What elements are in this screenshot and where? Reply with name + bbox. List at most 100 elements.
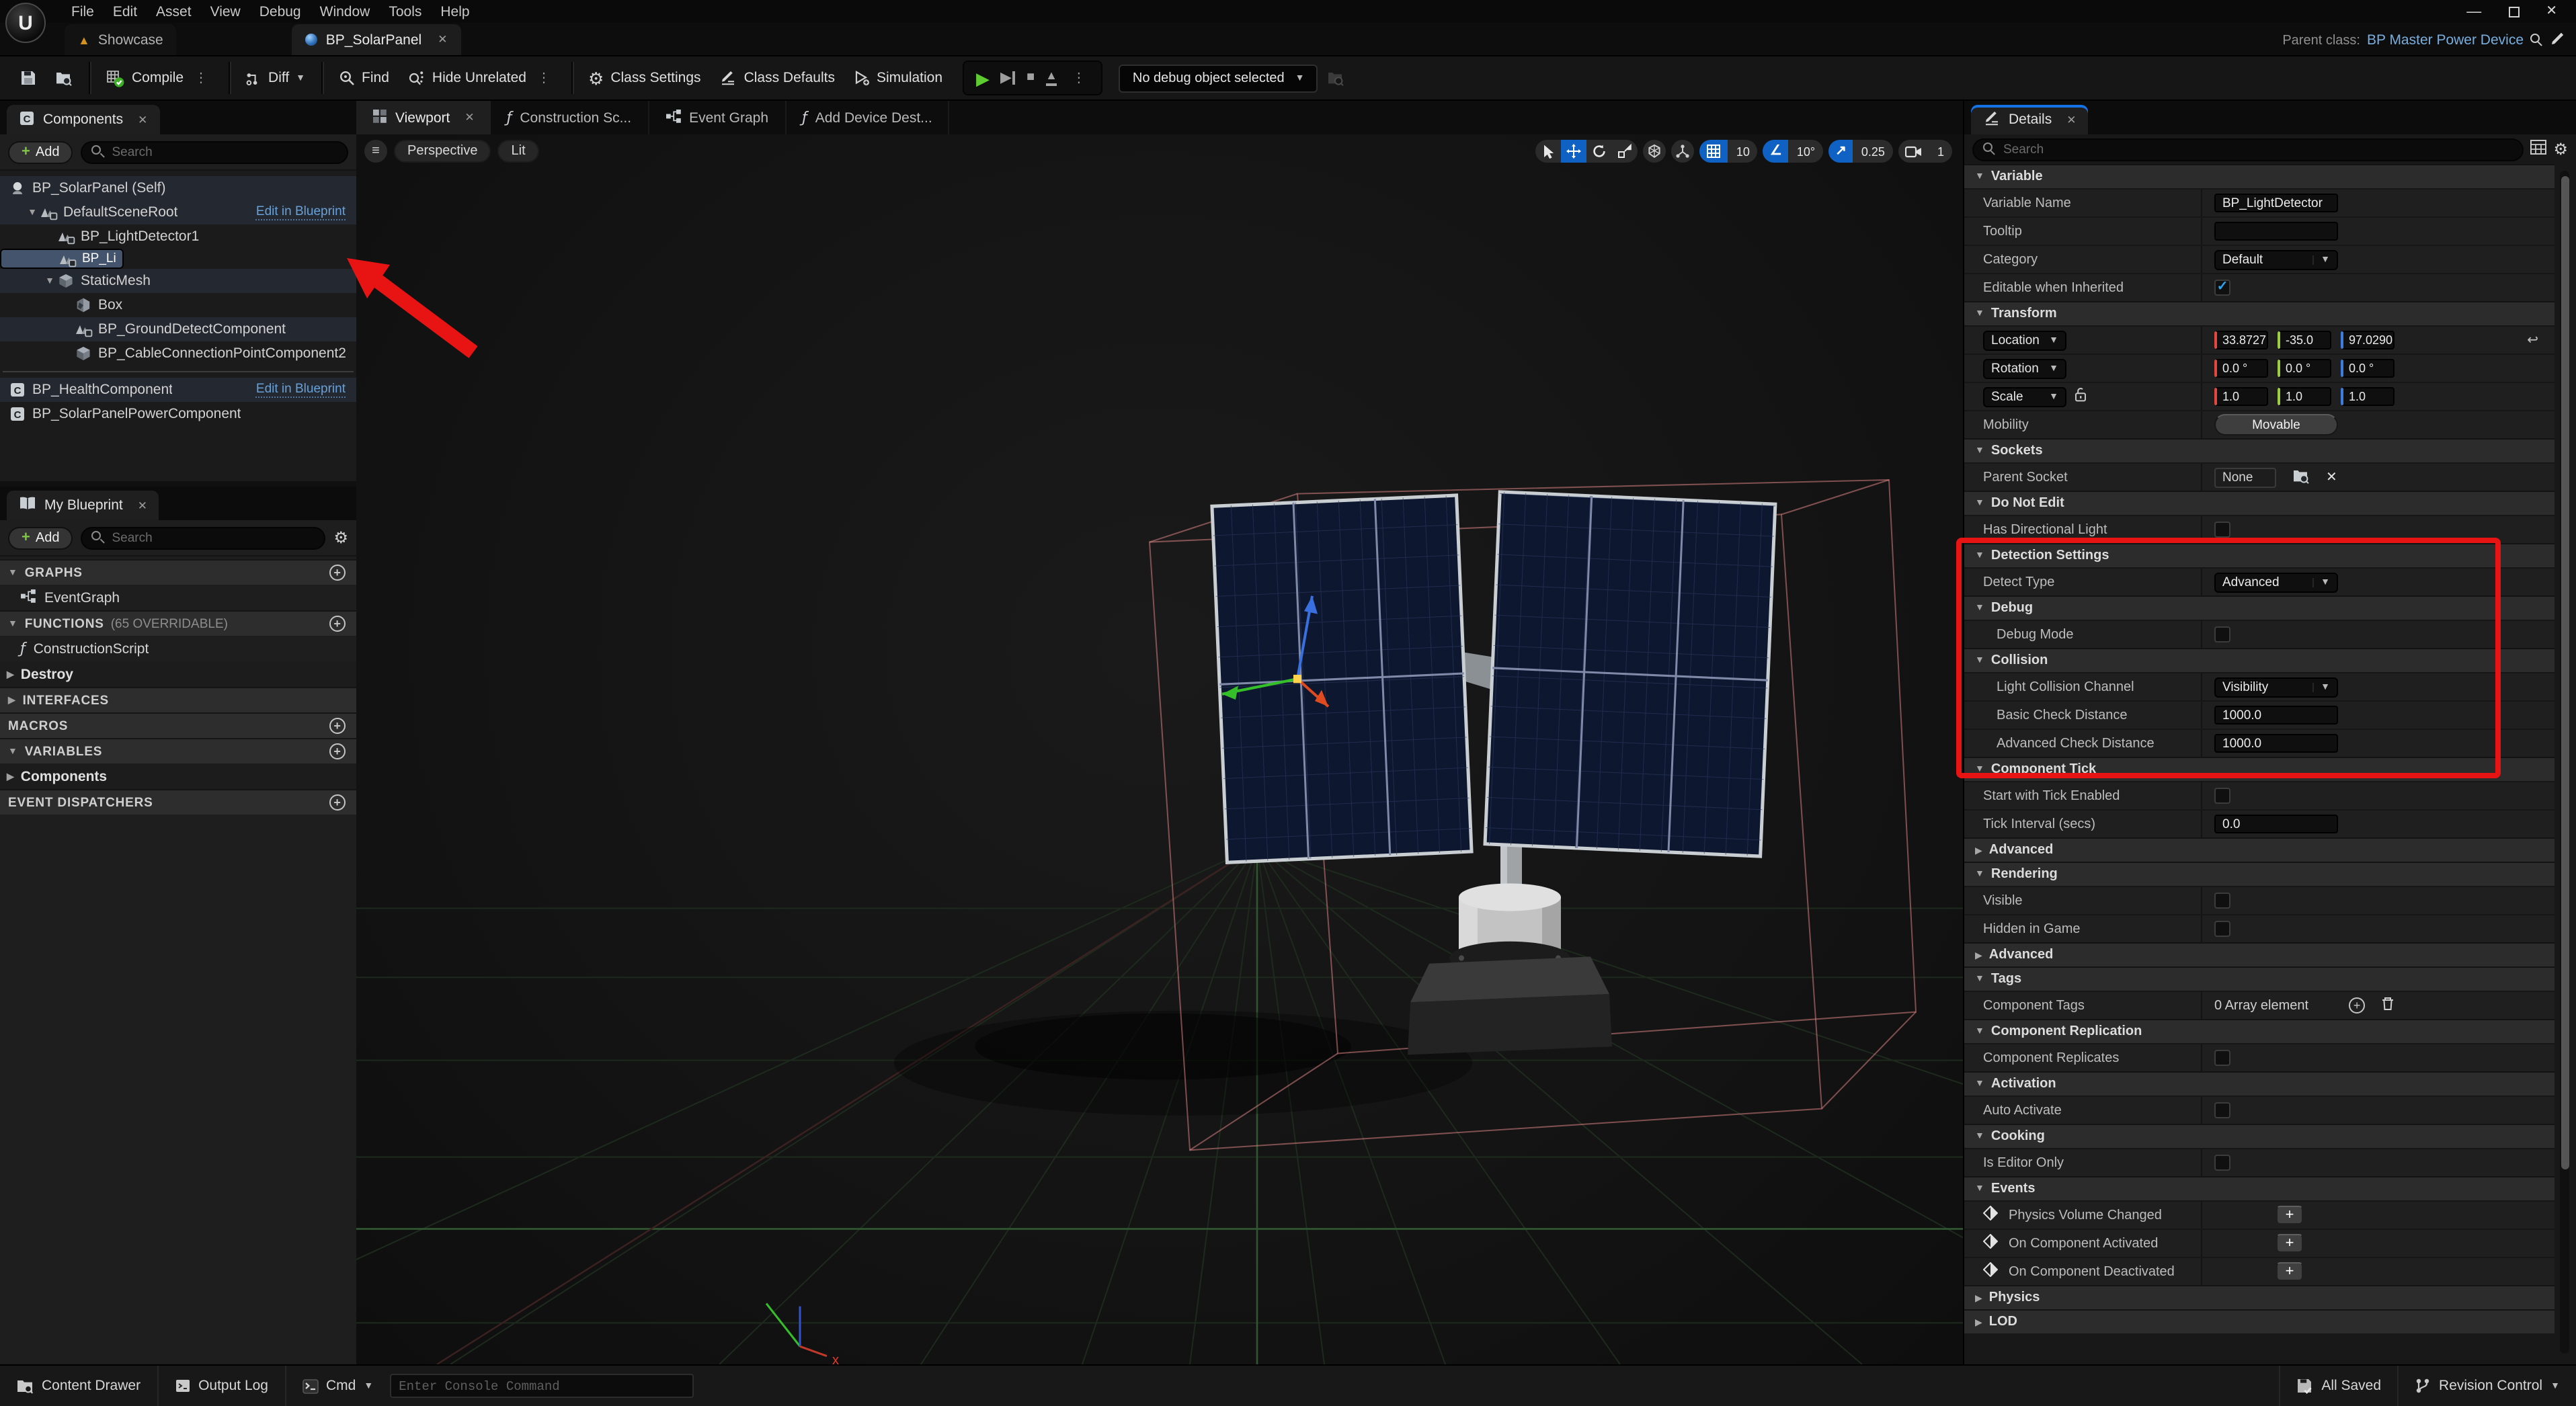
browse-asset-button[interactable] xyxy=(46,56,82,99)
viewport-tab-construction-sc[interactable]: ƒConstruction Sc... xyxy=(491,101,649,134)
section-header-cooking[interactable]: ▼Cooking xyxy=(1964,1124,2554,1148)
add-array-element-icon[interactable]: + xyxy=(2349,997,2365,1014)
parent-socket-value[interactable]: None xyxy=(2214,467,2276,487)
frame-skip-button[interactable]: ▶ xyxy=(1000,71,1016,85)
checkbox-hidden-in-game[interactable] xyxy=(2214,921,2230,937)
section-header-collision[interactable]: ▼Collision xyxy=(1964,648,2554,672)
dropdown-detect-type[interactable]: Advanced▼ xyxy=(2214,572,2338,592)
checkbox-component-replicates[interactable] xyxy=(2214,1050,2230,1066)
axis-set-dropdown-location[interactable]: Location▼ xyxy=(1983,330,2066,350)
move-tool-icon[interactable] xyxy=(1562,140,1587,163)
menu-file[interactable]: File xyxy=(62,3,104,19)
axis-field-0[interactable]: 1.0 xyxy=(2214,387,2268,406)
perspective-button[interactable]: Perspective xyxy=(394,140,491,163)
section-header-advanced[interactable]: ▶Advanced xyxy=(1964,837,2554,862)
expand-arrow-icon[interactable]: ▼ xyxy=(1975,551,1984,561)
blueprint-item-constructionscript[interactable]: ƒConstructionScript xyxy=(0,636,356,661)
close-panel-icon[interactable]: ✕ xyxy=(138,498,147,513)
stop-button[interactable]: ■ xyxy=(1027,71,1035,85)
axis-field-2[interactable]: 1.0 xyxy=(2341,387,2394,406)
expand-arrow-icon[interactable]: ▼ xyxy=(1975,499,1984,508)
viewport-menu-icon[interactable]: ≡ xyxy=(364,140,387,163)
scale-tool-icon[interactable] xyxy=(1613,140,1638,163)
lock-open-icon[interactable] xyxy=(2075,387,2087,406)
add-component-button[interactable]: +Add xyxy=(8,140,73,163)
camera-speed-control[interactable]: 1 xyxy=(1898,140,1952,163)
viewport-tab-viewport[interactable]: Viewport✕ xyxy=(356,101,491,134)
section-header-lod[interactable]: ▶LOD xyxy=(1964,1309,2554,1333)
dropdown-light-collision-channel[interactable]: Visibility▼ xyxy=(2214,677,2338,697)
add-section-item-icon[interactable]: + xyxy=(329,616,346,632)
console-command-input[interactable] xyxy=(389,1374,693,1398)
section-header-component-replication[interactable]: ▼Component Replication xyxy=(1964,1019,2554,1043)
compile-options-icon[interactable]: ⋮ xyxy=(190,71,212,85)
scrollbar-thumb[interactable] xyxy=(2561,176,2569,1169)
axis-field-1[interactable]: 1.0 xyxy=(2278,387,2331,406)
section-header-advanced[interactable]: ▶Advanced xyxy=(1964,942,2554,966)
diff-button[interactable]: Diff▼ xyxy=(236,56,315,99)
expand-arrow-icon[interactable]: ▶ xyxy=(7,669,14,679)
section-macros[interactable]: MACROS+ xyxy=(0,712,356,738)
add-event-button-on-component-deactivated[interactable]: + xyxy=(2276,1262,2303,1281)
section-header-variable[interactable]: ▼Variable xyxy=(1964,164,2554,188)
section-header-sockets[interactable]: ▼Sockets xyxy=(1964,438,2554,462)
section-header-physics[interactable]: ▶Physics xyxy=(1964,1285,2554,1309)
expand-arrow-icon[interactable]: ▼ xyxy=(8,747,18,756)
section-header-rendering[interactable]: ▼Rendering xyxy=(1964,862,2554,886)
axis-set-dropdown-scale[interactable]: Scale▼ xyxy=(1983,386,2066,407)
simulation-button[interactable]: Simulation xyxy=(844,56,952,99)
add-section-item-icon[interactable]: + xyxy=(329,718,346,734)
checkbox-has-directional-light[interactable] xyxy=(2214,522,2230,538)
checkbox-visible[interactable] xyxy=(2214,893,2230,909)
expand-arrow-icon[interactable]: ▼ xyxy=(1975,870,1984,879)
close-panel-icon[interactable]: ✕ xyxy=(138,112,147,127)
tab-bp-solarpanel[interactable]: BP_SolarPanel ✕ xyxy=(292,24,461,55)
add-section-item-icon[interactable]: + xyxy=(329,565,346,581)
solar-panel-left[interactable] xyxy=(1212,495,1472,862)
menu-tools[interactable]: Tools xyxy=(379,3,431,19)
edit-parent-class-icon[interactable] xyxy=(2550,31,2565,50)
scale-snap-control[interactable]: ↗ 0.25 xyxy=(1828,140,1893,163)
blueprint-item-eventgraph[interactable]: EventGraph xyxy=(0,585,356,610)
checkbox-start-with-tick-enabled[interactable] xyxy=(2214,788,2230,804)
input-tooltip[interactable] xyxy=(2214,222,2338,241)
close-tab-icon[interactable]: ✕ xyxy=(438,32,447,47)
my-blueprint-search-input[interactable] xyxy=(112,530,315,545)
tab-components[interactable]: C Components ✕ xyxy=(7,105,159,134)
select-tool-icon[interactable] xyxy=(1536,140,1562,163)
axis-field-2[interactable]: 97.029022 xyxy=(2341,331,2394,349)
input-variable-name[interactable]: BP_LightDetector xyxy=(2214,194,2338,212)
checkbox-auto-activate[interactable] xyxy=(2214,1102,2230,1118)
tree-item-bp-lightdetector[interactable]: BP_LightDetector xyxy=(0,249,124,269)
close-tab-icon[interactable]: ✕ xyxy=(465,110,474,125)
tree-item-bp-solarpanelpowercomponent[interactable]: CBP_SolarPanelPowerComponent xyxy=(0,402,356,426)
checkbox-debug-mode[interactable] xyxy=(2214,626,2230,643)
expand-arrow-icon[interactable]: ▶ xyxy=(1975,950,1982,960)
revision-control-button[interactable]: Revision Control▼ xyxy=(2399,1366,2576,1406)
reset-to-default-icon[interactable]: ↩ xyxy=(2527,333,2538,347)
delete-array-icon[interactable] xyxy=(2381,996,2394,1015)
tree-item-bp-cableconnectionpointcomponent2[interactable]: BP_CableConnectionPointComponent2 xyxy=(0,341,356,366)
expand-arrow-icon[interactable]: ▼ xyxy=(1975,1184,1984,1194)
grid-snap-control[interactable]: 10 xyxy=(1700,140,1758,163)
section-header-debug[interactable]: ▼Debug xyxy=(1964,595,2554,620)
display-filter-icon[interactable] xyxy=(2530,137,2546,161)
expand-arrow-icon[interactable]: ▼ xyxy=(1975,446,1984,456)
section-header-events[interactable]: ▼Events xyxy=(1964,1176,2554,1200)
expand-arrow-icon[interactable]: ▶ xyxy=(7,771,14,782)
add-section-item-icon[interactable]: + xyxy=(329,794,346,811)
expand-arrow-icon[interactable]: ▼ xyxy=(1975,1079,1984,1089)
checkbox-is-editor-only[interactable] xyxy=(2214,1155,2230,1171)
expand-arrow-icon[interactable]: ▶ xyxy=(1975,1317,1982,1327)
expand-arrow-icon[interactable]: ▼ xyxy=(1975,604,1984,613)
checkbox-editable-when-inherited[interactable] xyxy=(2214,280,2230,296)
expand-arrow-icon[interactable]: ▼ xyxy=(26,208,39,217)
axis-field-2[interactable]: 0.0 ° xyxy=(2341,359,2394,378)
minimize-button[interactable]: — xyxy=(2466,3,2481,19)
viewport-3d-canvas[interactable]: x ≡ Perspective Lit xyxy=(356,134,1963,1364)
section-graphs[interactable]: ▼GRAPHS+ xyxy=(0,559,356,585)
play-button[interactable]: ▶ xyxy=(976,69,990,87)
input-basic-check-distance[interactable]: 1000.0 xyxy=(2214,706,2338,725)
hide-unrelated-button[interactable]: Hide Unrelated ⋮ xyxy=(399,56,564,99)
details-settings-gear-icon[interactable]: ⚙ xyxy=(2553,141,2568,157)
